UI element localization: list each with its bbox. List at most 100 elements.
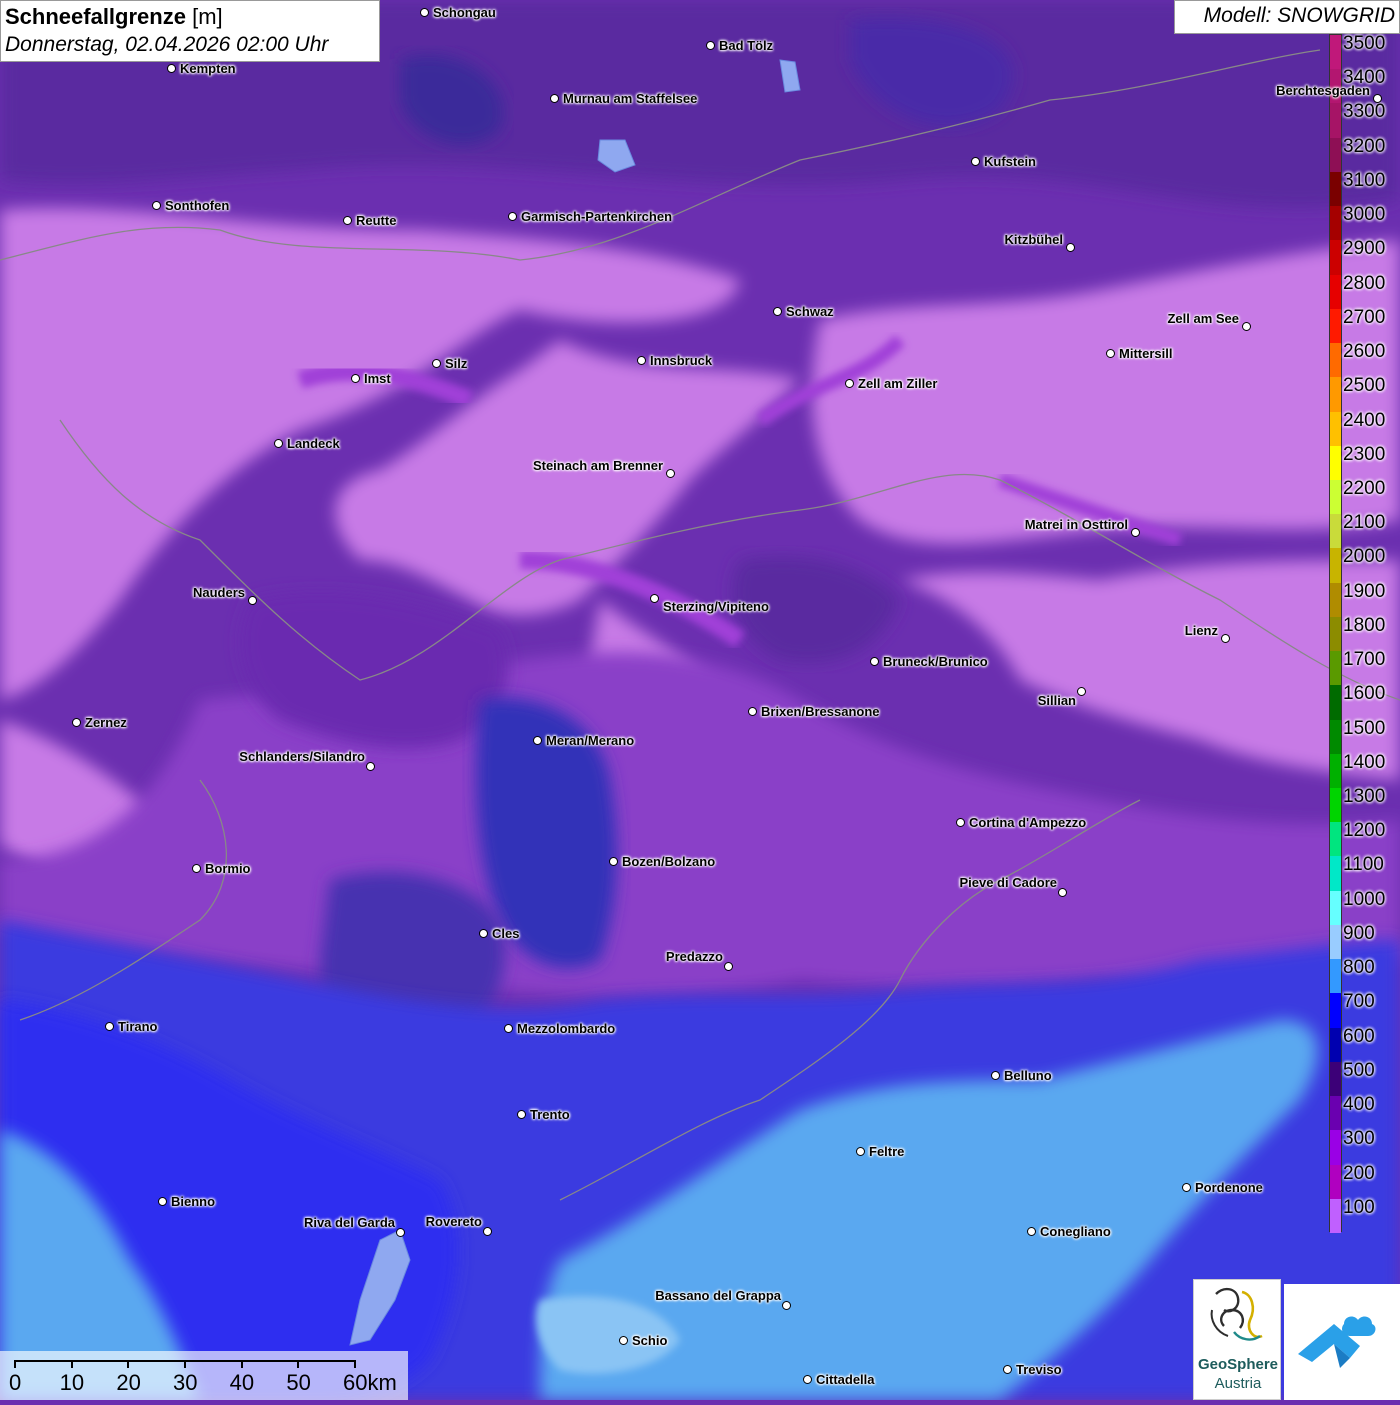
city-marker-icon — [724, 962, 733, 971]
city-marker-icon — [803, 1375, 812, 1384]
city-label: Schongau — [433, 5, 496, 20]
legend-label: 800 — [1343, 957, 1375, 979]
legend-swatch — [1330, 445, 1341, 481]
city-label: Imst — [364, 371, 391, 386]
city-label: Innsbruck — [650, 353, 713, 368]
scale-tick — [14, 1360, 16, 1368]
city-label: Conegliano — [1040, 1224, 1111, 1239]
city-label: Sterzing/Vipiteno — [663, 599, 769, 614]
city-marker-icon — [483, 1227, 492, 1236]
city-label: Landeck — [287, 436, 340, 451]
city-label: Kempten — [180, 61, 236, 76]
city-label: Sonthofen — [165, 198, 230, 213]
city-label: Bassano del Grappa — [655, 1288, 781, 1303]
city-marker-icon — [666, 469, 675, 478]
city-marker-icon — [1058, 888, 1067, 897]
legend-label: 3300 — [1343, 101, 1386, 123]
city-marker-icon — [773, 307, 782, 316]
legend-label: 500 — [1343, 1059, 1375, 1081]
city-marker-icon — [420, 8, 429, 17]
geosphere-emblem-icon — [1210, 1287, 1263, 1341]
legend-label: 700 — [1343, 991, 1375, 1013]
city-label: Steinach am Brenner — [532, 458, 663, 473]
legend-label: 2300 — [1343, 443, 1386, 465]
city-label: Lienz — [1184, 623, 1218, 638]
city-label: Treviso — [1016, 1362, 1062, 1377]
legend-label: 900 — [1343, 922, 1375, 944]
legend-swatch — [1330, 274, 1341, 310]
city-label: Belluno — [1004, 1068, 1052, 1083]
legend-swatch — [1330, 753, 1341, 789]
city-marker-icon — [619, 1336, 628, 1345]
city-marker-icon — [1242, 322, 1251, 331]
city-marker-icon — [1077, 687, 1086, 696]
legend-label: 1600 — [1343, 683, 1386, 705]
city-label: Meran/Merano — [546, 733, 635, 748]
city-marker-icon — [366, 762, 375, 771]
legend-swatch — [1330, 308, 1341, 344]
city-marker-icon — [782, 1301, 791, 1310]
city-marker-icon — [508, 212, 517, 221]
city-marker-icon — [706, 41, 715, 50]
city-marker-icon — [1182, 1183, 1191, 1192]
legend-label: 1100 — [1343, 854, 1384, 876]
legend-label: 100 — [1343, 1196, 1375, 1218]
map-title-box: Schneefallgrenze [m] Donnerstag, 02.04.2… — [0, 0, 380, 62]
legend-label: 1800 — [1343, 614, 1386, 636]
scale-label: 50 — [286, 1370, 311, 1395]
city-label: Pieve di Cadore — [959, 875, 1057, 890]
city-marker-icon — [343, 216, 352, 225]
city-marker-icon — [192, 864, 201, 873]
title-bold: Schneefallgrenze — [5, 4, 186, 29]
legend-swatch — [1330, 137, 1341, 173]
city-marker-icon — [517, 1110, 526, 1119]
city-label: Bad Tölz — [719, 38, 774, 53]
legend-swatch — [1330, 959, 1341, 994]
city-label: Feltre — [869, 1144, 905, 1159]
legend-swatch — [1330, 514, 1341, 549]
logo-line1: GeoSphere — [1197, 1356, 1279, 1373]
city-label: Cles — [492, 926, 520, 941]
city-marker-icon — [158, 1197, 167, 1206]
scale-tick — [127, 1360, 130, 1368]
title-unit: [m] — [192, 4, 223, 29]
city-marker-icon — [1373, 94, 1382, 103]
scale-label: 40 — [229, 1370, 255, 1395]
legend-swatch — [1330, 856, 1341, 892]
legend-swatch — [1330, 343, 1341, 378]
legend-label: 1300 — [1343, 786, 1386, 808]
city-marker-icon — [1003, 1365, 1012, 1374]
legend-swatch — [1330, 993, 1341, 1029]
scale-tick — [354, 1360, 356, 1368]
legend-label: 2800 — [1343, 272, 1386, 294]
scale-bar: 0 10 20 30 40 50 60km — [0, 1351, 408, 1400]
city-label: Murnau am Staffelsee — [563, 91, 698, 106]
legend-label: 3000 — [1343, 204, 1386, 226]
legend-label: 1500 — [1343, 717, 1386, 739]
city-marker-icon — [845, 379, 854, 388]
city-label: Zell am Ziller — [858, 376, 938, 391]
legend-label: 3200 — [1343, 135, 1386, 157]
city-label: Tirano — [118, 1019, 158, 1034]
legend-swatch — [1330, 719, 1341, 755]
legend-color-bar — [1329, 34, 1342, 1234]
geosphere-logo[interactable]: GeoSphere Austria — [1193, 1279, 1281, 1400]
scale-tick — [240, 1360, 243, 1368]
legend-swatch — [1330, 1130, 1341, 1166]
legend-label: 2200 — [1343, 477, 1386, 499]
legend-label: 3500 — [1343, 33, 1386, 54]
city-marker-icon — [72, 718, 81, 727]
city-label: Bienno — [171, 1194, 216, 1209]
city-label: Matrei in Osttirol — [1024, 517, 1128, 532]
city-label: Cortina d'Ampezzo — [969, 815, 1087, 830]
city-label: Pordenone — [1195, 1180, 1263, 1195]
city-label: Schwaz — [786, 304, 834, 319]
mountain-cloud-icon — [1298, 1316, 1376, 1368]
city-label: Schio — [632, 1333, 668, 1348]
logo-line2: Austria — [1214, 1375, 1262, 1392]
city-label: Bozen/Bolzano — [622, 854, 716, 869]
scale-label: 60km — [343, 1370, 397, 1395]
partner-logo[interactable] — [1284, 1284, 1400, 1400]
city-label: Sillian — [1037, 693, 1076, 708]
legend-swatch — [1330, 822, 1341, 857]
